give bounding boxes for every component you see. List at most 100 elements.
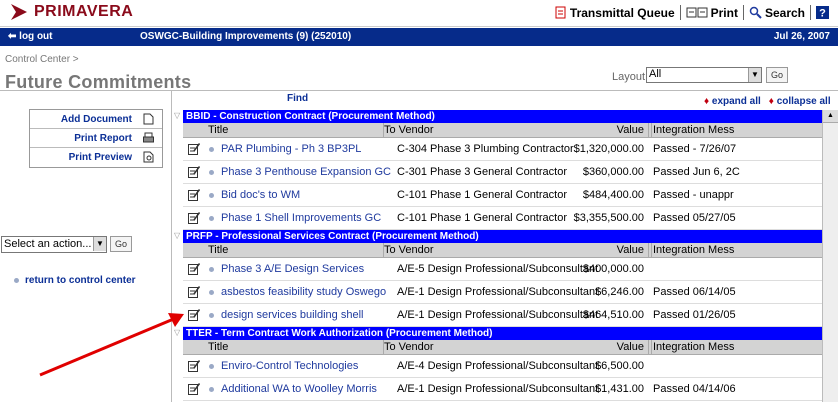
row-title-link[interactable]: Phase 3 Penthouse Expansion GC: [221, 166, 394, 178]
table-row[interactable]: asbestos feasibility study Oswego A/E-1 D…: [183, 281, 822, 304]
row-integration-status: Passed Jun 6, 2C: [653, 166, 740, 178]
group-header[interactable]: ▽ TTER - Term Contract Work Authorization…: [172, 327, 822, 340]
column-separator: [383, 123, 384, 138]
row-title-link[interactable]: Phase 3 A/E Design Services: [221, 263, 394, 275]
row-integration-status: Passed - unappr: [653, 189, 734, 201]
expand-all-label: expand all: [711, 96, 761, 107]
table-row[interactable]: Phase 3 A/E Design Services A/E-5 Design …: [183, 258, 822, 281]
vertical-scrollbar[interactable]: ▲: [822, 110, 838, 402]
return-label: return to control center: [25, 275, 136, 286]
row-value: $360,000.00: [582, 166, 644, 178]
print-link[interactable]: Print: [681, 5, 744, 20]
print-preview-button[interactable]: Print Preview: [30, 148, 162, 167]
top-bar: PRIMAVERA Transmittal Queue Print Search…: [0, 0, 838, 27]
row-vendor: C-304 Phase 3 Plumbing Contractor: [397, 143, 574, 155]
column-separator: [651, 340, 652, 355]
collapse-all-label: collapse all: [776, 96, 831, 107]
scroll-up-arrow-icon[interactable]: ▲: [823, 110, 838, 123]
transmittal-queue-link[interactable]: Transmittal Queue: [549, 5, 681, 20]
row-title-link[interactable]: asbestos feasibility study Oswego: [221, 286, 394, 298]
action-select[interactable]: Select an action... ▼: [1, 236, 107, 253]
return-to-control-center-link[interactable]: return to control center: [14, 275, 136, 286]
table-row[interactable]: Phase 3 Penthouse Expansion GC C-301 Phas…: [183, 161, 822, 184]
find-link[interactable]: Find: [287, 93, 308, 104]
group-title: BBID - Construction Contract (Procuremen…: [183, 110, 822, 123]
layout-select[interactable]: All ▼: [646, 67, 762, 83]
column-separator: [648, 340, 649, 355]
edit-document-icon[interactable]: [188, 383, 200, 395]
column-separator: [648, 243, 649, 258]
column-header-vendor[interactable]: To Vendor: [384, 244, 434, 256]
collapse-icon: ♦: [768, 96, 774, 107]
column-header-value[interactable]: Value: [617, 341, 644, 353]
layout-go-button[interactable]: Go: [766, 67, 788, 83]
edit-document-icon[interactable]: [188, 143, 200, 155]
table-row[interactable]: Phase 1 Shell Improvements GC C-101 Phase…: [183, 207, 822, 230]
column-header-title[interactable]: Title: [208, 244, 228, 256]
bullet-icon: [209, 147, 214, 152]
column-header-vendor[interactable]: To Vendor: [384, 341, 434, 353]
row-value: $1,320,000.00: [573, 143, 644, 155]
collapse-all-link[interactable]: ♦ collapse all: [769, 96, 831, 107]
row-title-link[interactable]: PAR Plumbing - Ph 3 BP3PL: [221, 143, 394, 155]
table-row[interactable]: Additional WA to Woolley Morris A/E-1 Des…: [183, 378, 822, 401]
row-vendor: C-101 Phase 1 General Contractor: [397, 189, 567, 201]
table-row[interactable]: PAR Plumbing - Ph 3 BP3PL C-304 Phase 3 P…: [183, 138, 822, 161]
collapse-chevron-icon[interactable]: ▽: [174, 231, 180, 240]
column-header-title[interactable]: Title: [208, 341, 228, 353]
row-value: $484,400.00: [582, 189, 644, 201]
table-row[interactable]: Bid doc's to WM C-101 Phase 1 General Con…: [183, 184, 822, 207]
row-title-link[interactable]: Enviro-Control Technologies: [221, 360, 394, 372]
layout-label: Layout:: [612, 71, 649, 83]
print-report-button[interactable]: Print Report: [30, 129, 162, 148]
edit-document-icon[interactable]: [188, 189, 200, 201]
row-integration-status: Passed 01/26/05: [653, 309, 736, 321]
collapse-chevron-icon[interactable]: ▽: [174, 111, 180, 120]
column-header-value[interactable]: Value: [617, 124, 644, 136]
column-header-integration[interactable]: Integration Mess: [653, 341, 734, 353]
column-header-vendor[interactable]: To Vendor: [384, 124, 434, 136]
expand-collapse-controls: ♦ expand all ♦ collapse all: [704, 96, 831, 107]
logout-link[interactable]: ⬅ log out: [8, 31, 53, 42]
column-header-title[interactable]: Title: [208, 124, 228, 136]
printer-icon: [143, 132, 154, 143]
row-integration-status: Passed - 7/26/07: [653, 143, 737, 155]
add-document-button[interactable]: Add Document: [30, 110, 162, 129]
logo-text: PRIMAVERA: [34, 3, 134, 20]
print-label: Print: [710, 5, 738, 20]
table-row[interactable]: design services building shell A/E-1 Desi…: [183, 304, 822, 327]
edit-document-icon[interactable]: [188, 263, 200, 275]
column-header-integration[interactable]: Integration Mess: [653, 124, 734, 136]
row-title-link[interactable]: Bid doc's to WM: [221, 189, 394, 201]
row-title-link[interactable]: design services building shell: [221, 309, 394, 321]
left-panel: Add Document Print Report Print Preview …: [0, 91, 172, 402]
collapse-chevron-icon[interactable]: ▽: [174, 328, 180, 337]
column-headers: Title To Vendor Value Integration Mess: [183, 123, 822, 138]
column-header-value[interactable]: Value: [617, 244, 644, 256]
action-go-button[interactable]: Go: [110, 236, 132, 252]
row-title-link[interactable]: Additional WA to Woolley Morris: [221, 383, 394, 395]
edit-document-icon[interactable]: [188, 212, 200, 224]
edit-document-icon[interactable]: [188, 360, 200, 372]
row-value: $3,355,500.00: [573, 212, 644, 224]
breadcrumb[interactable]: Control Center >: [5, 54, 79, 65]
bullet-icon: [209, 170, 214, 175]
bullet-icon: [209, 193, 214, 198]
project-name: OSWGC-Building Improvements (9) (252010): [140, 31, 352, 42]
help-icon: ?: [816, 6, 829, 19]
group-header[interactable]: ▽ BBID - Construction Contract (Procureme…: [172, 110, 822, 123]
row-title-link[interactable]: Phase 1 Shell Improvements GC: [221, 212, 394, 224]
back-arrow-icon: ⬅: [8, 31, 17, 42]
search-icon: [749, 6, 762, 19]
edit-document-icon[interactable]: [188, 286, 200, 298]
expand-all-link[interactable]: ♦ expand all: [704, 96, 761, 107]
group-header[interactable]: ▽ PRFP - Professional Services Contract (…: [172, 230, 822, 243]
row-vendor: C-301 Phase 3 General Contractor: [397, 166, 567, 178]
row-value: $6,500.00: [595, 360, 644, 372]
search-link[interactable]: Search: [744, 5, 811, 20]
column-header-integration[interactable]: Integration Mess: [653, 244, 734, 256]
edit-document-icon[interactable]: [188, 309, 200, 321]
table-row[interactable]: Enviro-Control Technologies A/E-4 Design …: [183, 355, 822, 378]
edit-document-icon[interactable]: [188, 166, 200, 178]
help-link[interactable]: ?: [811, 5, 834, 20]
